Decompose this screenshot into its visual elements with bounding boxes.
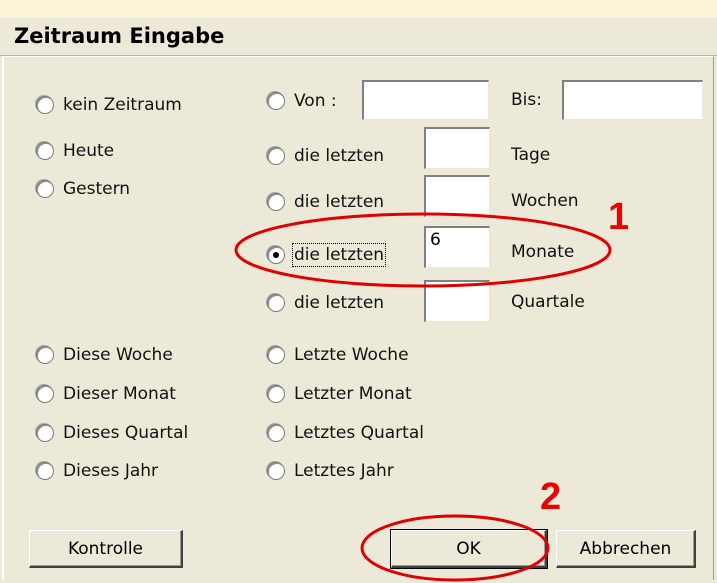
annotation-overlay [234, 212, 612, 582]
annotation-marker-1: 1 [608, 196, 630, 238]
annotation-marker-2: 2 [540, 476, 562, 518]
annotation-ellipse-2 [360, 514, 550, 582]
annotation-ellipse-1 [234, 212, 612, 288]
